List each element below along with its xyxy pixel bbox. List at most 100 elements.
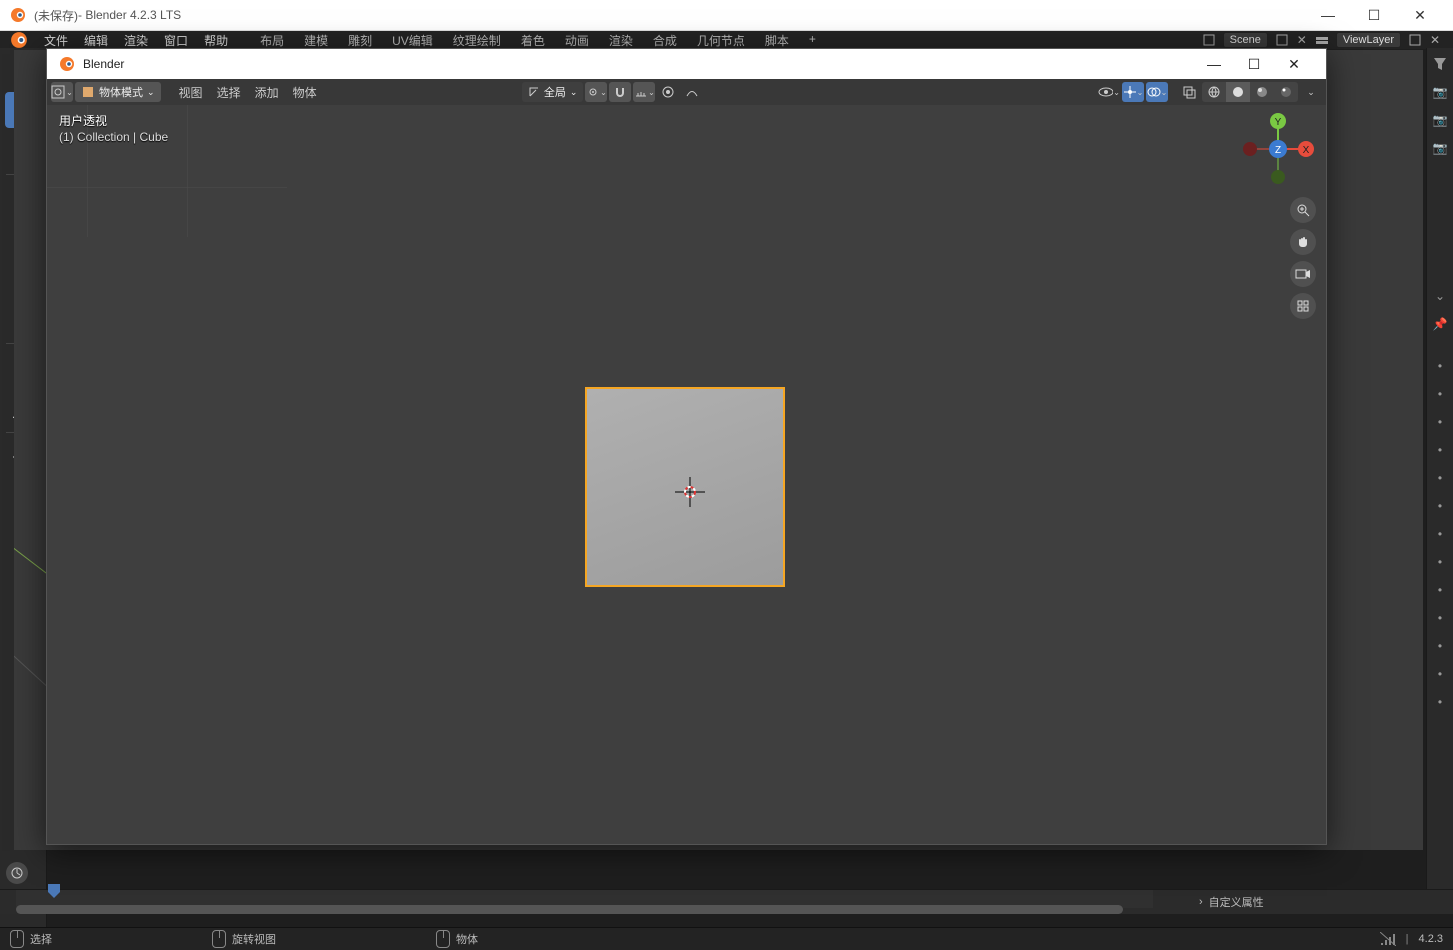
snap-toggle-icon[interactable]: [609, 82, 631, 102]
viewlayer-browse-icon[interactable]: [1313, 31, 1331, 49]
prop-tab-physics[interactable]: •: [1427, 578, 1453, 602]
statusbar: 选择 旋转视图 物体 | 4.2.3: [0, 927, 1453, 950]
menu-file[interactable]: 文件: [36, 32, 76, 49]
prop-tab-particles[interactable]: •: [1427, 550, 1453, 574]
camera-view-icon[interactable]: [1290, 261, 1316, 287]
svg-text:X: X: [1303, 145, 1310, 156]
viewlayer-delete-icon[interactable]: ✕: [1426, 31, 1444, 49]
workspace-scripting[interactable]: 脚本: [755, 32, 799, 49]
properties-dropdown-icon[interactable]: ⌄: [1427, 284, 1453, 308]
blender-menubar: 文件 编辑 渲染 窗口 帮助 布局 建模 雕刻 UV编辑 纹理绘制 着色 动画 …: [0, 31, 1453, 49]
workspace-animation[interactable]: 动画: [555, 32, 599, 49]
vp-menu-object[interactable]: 物体: [287, 82, 323, 102]
prop-tab-material[interactable]: •: [1427, 662, 1453, 686]
viewlayer-name-field[interactable]: ViewLayer: [1336, 32, 1401, 48]
vp-menu-select[interactable]: 选择: [211, 82, 247, 102]
scene-new-icon[interactable]: [1273, 31, 1291, 49]
pivot-point-icon[interactable]: ⌄: [585, 82, 607, 102]
shading-solid-icon[interactable]: [1226, 82, 1250, 102]
shading-rendered-icon[interactable]: [1274, 82, 1298, 102]
workspace-layout[interactable]: 布局: [250, 32, 294, 49]
menu-window[interactable]: 窗口: [156, 32, 196, 49]
proportional-edit-icon[interactable]: [657, 82, 679, 102]
workspace-compositing[interactable]: 合成: [643, 32, 687, 49]
pan-hand-icon[interactable]: [1290, 229, 1316, 255]
orientation-selector[interactable]: 全局 ⌄: [522, 82, 584, 102]
persp-ortho-icon[interactable]: [1290, 293, 1316, 319]
minimize-button[interactable]: —: [1194, 56, 1234, 73]
timeline-editor-type-icon[interactable]: [6, 862, 28, 884]
scene-name-field[interactable]: Scene: [1223, 32, 1268, 48]
outliner-restrict2-icon[interactable]: 📷: [1427, 108, 1453, 132]
visibility-eye-icon[interactable]: ⌄: [1098, 82, 1120, 102]
workspace-uv[interactable]: UV编辑: [382, 32, 443, 49]
viewport-3d[interactable]: 用户透视 (1) Collection | Cube Y X: [47, 105, 1326, 844]
window-controls-inner: — ☐ ✕: [1194, 56, 1314, 73]
prop-tab-modifier[interactable]: •: [1427, 522, 1453, 546]
orientation-label: 全局: [544, 84, 566, 100]
status-version: 4.2.3: [1419, 933, 1443, 945]
prop-tab-object[interactable]: •: [1427, 494, 1453, 518]
workspace-modeling[interactable]: 建模: [294, 32, 338, 49]
timeline-playhead-icon[interactable]: [48, 884, 60, 900]
properties-pin-icon[interactable]: 📌: [1427, 312, 1453, 336]
inner-window-title: Blender: [83, 57, 124, 71]
prop-tab-render[interactable]: •: [1427, 354, 1453, 378]
workspace-geonodes[interactable]: 几何节点: [687, 32, 755, 49]
prop-tab-texture[interactable]: •: [1427, 690, 1453, 714]
gizmo-toggle-icon[interactable]: ⌄: [1122, 82, 1144, 102]
vp-menu-add[interactable]: 添加: [249, 82, 285, 102]
svg-text:Y: Y: [1275, 117, 1282, 128]
editor-type-icon[interactable]: ⌄: [51, 82, 73, 102]
snap-type-icon[interactable]: ⌄: [633, 82, 655, 102]
workspace-shading[interactable]: 着色: [511, 32, 555, 49]
overlay-perspective-label: 用户透视: [59, 113, 168, 129]
vp-menu-view[interactable]: 视图: [173, 82, 209, 102]
outliner-filter-icon[interactable]: [1427, 52, 1453, 76]
workspace-add[interactable]: +: [799, 32, 826, 49]
timeline-scrollbar[interactable]: [16, 905, 1123, 914]
scene-delete-icon[interactable]: ✕: [1293, 31, 1311, 49]
workspace-texpaint[interactable]: 纹理绘制: [443, 32, 511, 49]
shading-wireframe-icon[interactable]: [1202, 82, 1226, 102]
window-title-unsaved: (未保存): [34, 7, 78, 24]
workspace-sculpt[interactable]: 雕刻: [338, 32, 382, 49]
close-button[interactable]: ✕: [1274, 56, 1314, 73]
status-hint-rotate: 旋转视图: [212, 930, 276, 948]
shading-matprev-icon[interactable]: [1250, 82, 1274, 102]
zoom-icon[interactable]: [1290, 197, 1316, 223]
prop-tab-viewlayer[interactable]: •: [1427, 410, 1453, 434]
close-button[interactable]: ✕: [1397, 7, 1443, 24]
cube-object[interactable]: [585, 387, 785, 587]
prop-tab-scene[interactable]: •: [1427, 438, 1453, 462]
viewport-info-overlay: 用户透视 (1) Collection | Cube: [59, 113, 168, 145]
window-titlebar-inner: Blender — ☐ ✕: [47, 49, 1326, 79]
prop-tab-world[interactable]: •: [1427, 466, 1453, 490]
maximize-button[interactable]: ☐: [1351, 7, 1397, 24]
outliner-restrict3-icon[interactable]: 📷: [1427, 136, 1453, 160]
menu-render[interactable]: 渲染: [116, 32, 156, 49]
maximize-button[interactable]: ☐: [1234, 56, 1274, 73]
prop-tab-output[interactable]: •: [1427, 382, 1453, 406]
mouse-left-icon: [10, 930, 24, 948]
prop-tab-constraint[interactable]: •: [1427, 606, 1453, 630]
workspace-rendering[interactable]: 渲染: [599, 32, 643, 49]
shading-dropdown-icon[interactable]: ⌄: [1300, 82, 1322, 102]
status-rotate-label: 旋转视图: [232, 931, 276, 947]
outliner-restrict-icon[interactable]: 📷: [1427, 80, 1453, 104]
minimize-button[interactable]: —: [1305, 7, 1351, 24]
properties-custom-section[interactable]: ›自定义属性: [1199, 890, 1439, 914]
overlay-toggle-icon[interactable]: ⌄: [1146, 82, 1168, 102]
right-tab-strip: 📷 📷 📷 ⌄ 📌 • • • • • • • • • • • • •: [1426, 48, 1453, 894]
navigation-gizmo[interactable]: Y X Z: [1242, 113, 1314, 185]
mode-selector[interactable]: 物体模式 ⌄: [75, 82, 161, 102]
proportional-falloff-icon[interactable]: [681, 82, 703, 102]
mode-label: 物体模式: [99, 84, 143, 100]
menu-help[interactable]: 帮助: [196, 32, 236, 49]
menu-edit[interactable]: 编辑: [76, 32, 116, 49]
viewlayer-new-icon[interactable]: [1406, 31, 1424, 49]
window-title-app: - Blender 4.2.3 LTS: [78, 8, 181, 22]
xray-toggle-icon[interactable]: [1178, 82, 1200, 102]
scene-browse-icon[interactable]: [1200, 31, 1218, 49]
prop-tab-data[interactable]: •: [1427, 634, 1453, 658]
